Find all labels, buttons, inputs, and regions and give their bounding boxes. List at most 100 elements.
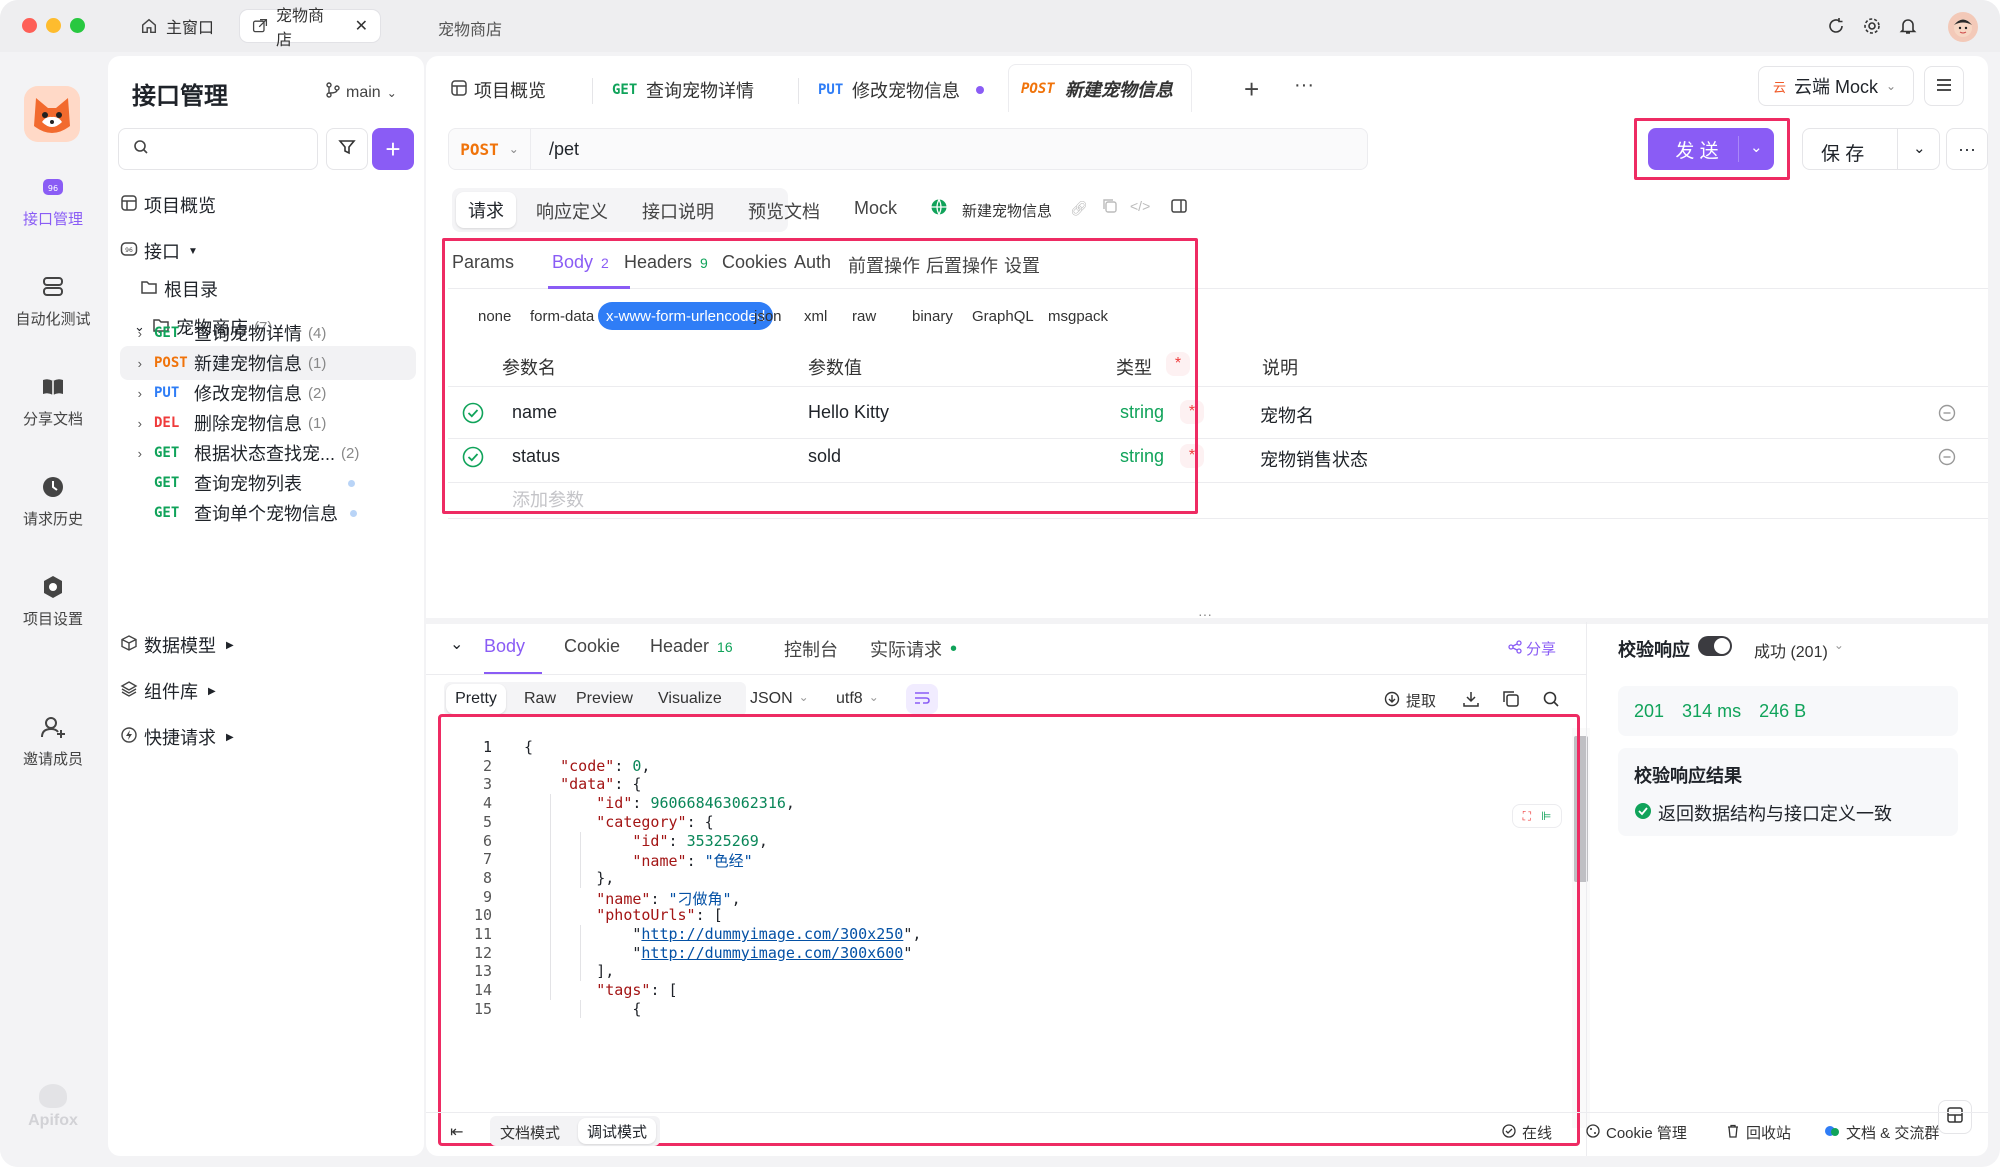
cookie-manager[interactable]: Cookie 管理 [1586, 1122, 1687, 1143]
format-selector[interactable]: JSON ⌄ [750, 690, 809, 708]
param-value[interactable]: Hello Kitty [808, 402, 889, 423]
subtab-response-def[interactable]: 响应定义 [536, 198, 608, 224]
rail-item-invite[interactable]: 邀请成员 [0, 712, 106, 769]
more-tabs-button[interactable]: ··· [1294, 74, 1314, 97]
view-mode-raw[interactable]: Raw [524, 690, 556, 708]
validate-status-selector[interactable]: 成功 (201) ⌄ [1754, 638, 1844, 662]
enabled-check-icon[interactable] [462, 446, 484, 473]
param-name[interactable]: name [512, 402, 557, 423]
subtab-api-desc[interactable]: 接口说明 [642, 198, 714, 224]
share-button[interactable]: 分享 [1508, 638, 1556, 659]
search-input[interactable] [157, 140, 297, 158]
save-button[interactable]: 保 存 ⌄ [1802, 128, 1940, 170]
collapse-sidebar-icon[interactable]: ⇤ [450, 1122, 463, 1142]
menu-button[interactable] [1924, 66, 1964, 106]
minimize-window-button[interactable] [46, 18, 61, 33]
tree-item-api-root[interactable]: 96 接口 ▼ [120, 234, 416, 268]
tree-item-overview[interactable]: 项目概览 [120, 188, 416, 222]
body-type-option[interactable]: form-data [522, 302, 602, 330]
tree-section-quick[interactable]: 快捷请求 ▶ [120, 720, 416, 754]
copy-icon[interactable] [1102, 198, 1118, 219]
body-type-option[interactable]: none [470, 302, 519, 330]
tree-item-api[interactable]: GET 查询宠物列表 [120, 466, 416, 500]
add-param-input[interactable]: 添加参数 [512, 486, 584, 512]
mode-doc[interactable]: 文档模式 [500, 1122, 560, 1143]
rail-item-settings[interactable]: 项目设置 [0, 572, 106, 629]
chevron-down-icon[interactable]: ⌄ [1913, 139, 1926, 157]
send-button[interactable]: 发 送 ⌄ [1648, 128, 1774, 170]
status-online[interactable]: 在线 [1502, 1122, 1552, 1143]
rail-item-api[interactable]: 96 接口管理 [0, 172, 106, 229]
response-tab[interactable]: Cookie [564, 636, 620, 657]
param-desc[interactable]: 宠物销售状态 [1260, 446, 1368, 472]
response-tab[interactable]: Header 16 [650, 636, 733, 657]
tree-item-api[interactable]: › GET 根据状态查找宠... (2) [120, 436, 416, 470]
remove-row-icon[interactable] [1938, 448, 1956, 471]
subtab-request[interactable]: 请求 [456, 192, 516, 228]
code-icon[interactable]: </> [1130, 198, 1150, 214]
wrap-toggle[interactable] [906, 684, 938, 714]
tree-item-api[interactable]: › PUT 修改宠物信息 (2) [120, 376, 416, 410]
param-tab[interactable]: Auth [794, 252, 831, 273]
param-tab[interactable]: Body 2 [552, 252, 609, 273]
filter-button[interactable] [326, 128, 368, 170]
collapse-chevron-icon[interactable]: ⌄ [450, 634, 463, 654]
more-actions-button[interactable]: ··· [1946, 128, 1988, 170]
avatar[interactable] [1948, 12, 1978, 42]
body-type-option[interactable]: msgpack [1040, 302, 1116, 330]
response-tab[interactable]: Body [484, 636, 525, 657]
inline-code-tools[interactable]: ⛶ ⊫ [1512, 804, 1562, 828]
subtab-mock[interactable]: Mock [854, 198, 897, 219]
search-icon[interactable] [1542, 690, 1560, 713]
project-logo[interactable] [24, 86, 80, 142]
view-mode-pretty[interactable]: Pretty [446, 684, 506, 714]
add-button[interactable]: + [372, 128, 414, 170]
tree-item-api[interactable]: › DEL 删除宠物信息 (1) [120, 406, 416, 440]
encoding-selector[interactable]: utf8 ⌄ [836, 690, 879, 708]
body-type-option[interactable]: xml [796, 302, 835, 330]
close-tab-icon[interactable]: ✕ [355, 16, 368, 36]
url-input[interactable] [549, 137, 1349, 161]
tab-put-pet[interactable]: PUT 修改宠物信息 [818, 70, 984, 110]
rail-item-autotest[interactable]: 自动化测试 [0, 272, 106, 329]
copy-icon[interactable] [1502, 690, 1520, 713]
tab-get-pet[interactable]: GET 查询宠物详情 [612, 70, 754, 110]
param-tab[interactable]: 前置操作 [848, 252, 920, 278]
gear-icon[interactable] [1862, 16, 1882, 36]
zoom-window-button[interactable] [70, 18, 85, 33]
body-type-option[interactable]: json [746, 302, 790, 330]
close-window-button[interactable] [22, 18, 37, 33]
refresh-icon[interactable] [1826, 16, 1846, 36]
extract-button[interactable]: 提取 [1384, 690, 1436, 711]
method-selector[interactable]: POST ⌄ [449, 129, 531, 169]
tree-item-root-dir[interactable]: 根目录 [140, 272, 436, 306]
param-tab[interactable]: 设置 [1004, 252, 1040, 278]
tree-item-api[interactable]: › POST 新建宠物信息 (1) [120, 346, 416, 380]
enabled-check-icon[interactable] [462, 402, 484, 429]
view-mode-visualize[interactable]: Visualize [658, 690, 722, 708]
link-icon[interactable]: 🔗︎ [1070, 200, 1088, 217]
tree-item-api[interactable]: › GET 查询宠物详情 (4) [120, 316, 416, 350]
rail-item-history[interactable]: 请求历史 [0, 472, 106, 529]
remove-row-icon[interactable] [1938, 404, 1956, 427]
subtab-preview-doc[interactable]: 预览文档 [748, 198, 820, 224]
tree-item-api[interactable]: GET 查询单个宠物信息 [120, 496, 416, 530]
validate-toggle[interactable] [1698, 636, 1732, 656]
tab-post-pet[interactable]: POST 新建宠物信息 [1008, 64, 1192, 112]
bell-icon[interactable] [1898, 16, 1918, 36]
body-type-option[interactable]: binary [904, 302, 961, 330]
environment-selector[interactable]: 云 云端 Mock ⌄ [1758, 66, 1914, 106]
splitter-handle[interactable]: ··· [1198, 606, 1212, 622]
window-tab-main[interactable]: 主窗口 [128, 10, 226, 42]
tree-section-components[interactable]: 组件库 ▶ [120, 674, 416, 708]
response-tab[interactable]: 控制台 [784, 636, 838, 662]
param-desc[interactable]: 宠物名 [1260, 402, 1314, 428]
docs-community[interactable]: 文档 & 交流群 [1824, 1122, 1939, 1143]
response-tab[interactable]: 实际请求 • [870, 636, 957, 662]
param-tab[interactable]: Params [452, 252, 514, 273]
param-type[interactable]: string [1120, 446, 1164, 467]
rail-item-docs[interactable]: 分享文档 [0, 372, 106, 429]
new-tab-button[interactable]: + [1244, 76, 1259, 102]
body-type-option[interactable]: raw [844, 302, 884, 330]
window-tab-petstore[interactable]: 宠物商店 ✕ [240, 8, 380, 49]
